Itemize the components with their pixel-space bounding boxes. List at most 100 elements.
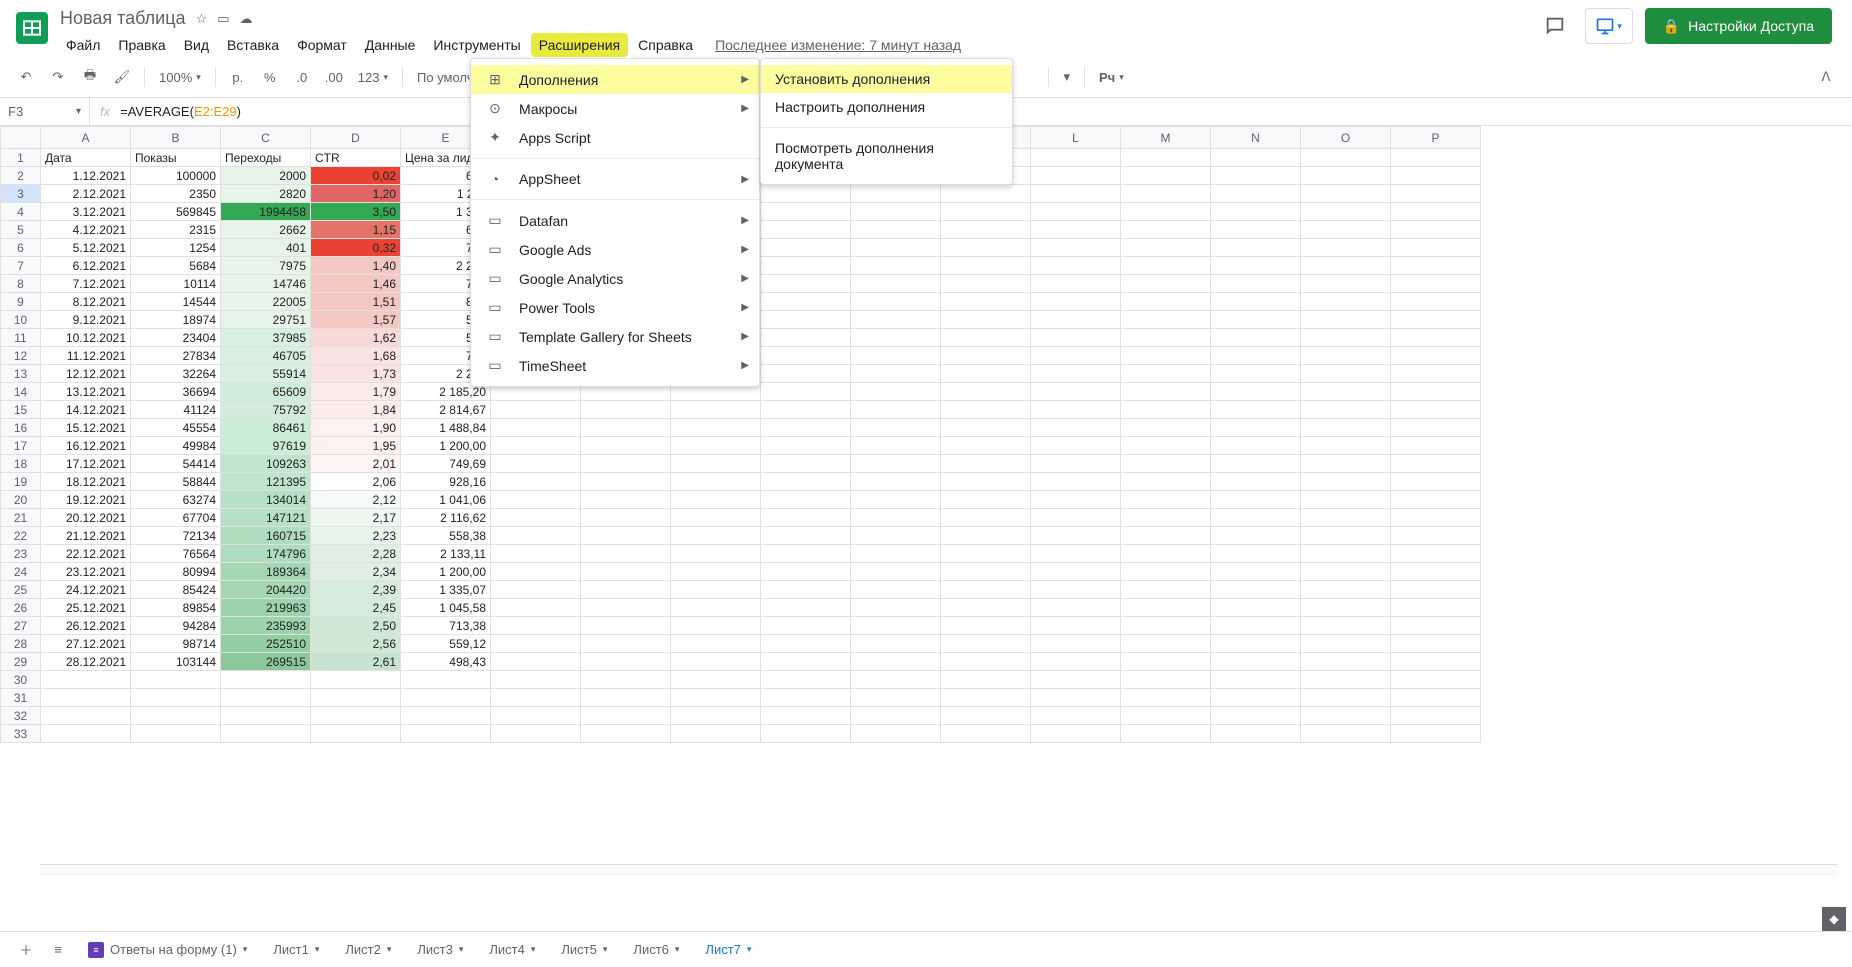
cell[interactable] [1211, 653, 1301, 671]
cell[interactable] [1031, 437, 1121, 455]
cell[interactable] [221, 689, 311, 707]
ext-menu-item[interactable]: ▭Template Gallery for Sheets▶ [471, 322, 759, 351]
cell[interactable] [761, 527, 851, 545]
zoom-dropdown[interactable]: 100%▾ [153, 70, 207, 85]
cell[interactable] [851, 545, 941, 563]
cell[interactable]: 1,73 [311, 365, 401, 383]
cell[interactable]: 147121 [221, 509, 311, 527]
cell[interactable]: 15.12.2021 [41, 419, 131, 437]
row-header-17[interactable]: 17 [1, 437, 41, 455]
cell[interactable]: 2350 [131, 185, 221, 203]
col-header-C[interactable]: C [221, 127, 311, 149]
cell[interactable] [1301, 239, 1391, 257]
sheets-logo[interactable] [12, 8, 52, 48]
share-button[interactable]: 🔒Настройки Доступа [1645, 8, 1832, 44]
cell[interactable] [1031, 689, 1121, 707]
cell[interactable] [1391, 689, 1481, 707]
cell[interactable]: 26.12.2021 [41, 617, 131, 635]
cell[interactable]: 97619 [221, 437, 311, 455]
cell[interactable]: 14.12.2021 [41, 401, 131, 419]
cell[interactable]: 75792 [221, 401, 311, 419]
cell[interactable] [1121, 617, 1211, 635]
cell[interactable]: 58844 [131, 473, 221, 491]
cell[interactable] [941, 545, 1031, 563]
cell[interactable] [1301, 185, 1391, 203]
row-header-24[interactable]: 24 [1, 563, 41, 581]
cell[interactable]: 2,45 [311, 599, 401, 617]
cell[interactable]: 1,20 [311, 185, 401, 203]
cell[interactable] [671, 563, 761, 581]
cell[interactable] [1121, 149, 1211, 167]
ext-menu-item[interactable]: ⊞Дополнения▶ [471, 65, 759, 94]
cell[interactable]: 23.12.2021 [41, 563, 131, 581]
cell[interactable] [221, 725, 311, 743]
grid[interactable]: ABCDEFGHIJKLMNOP1ДатаПоказыПереходыCTRЦе… [0, 126, 1852, 876]
cell[interactable] [671, 599, 761, 617]
cell[interactable] [1391, 257, 1481, 275]
addons-submenu-item[interactable]: Настроить дополнения [761, 93, 1012, 121]
add-sheet-button[interactable]: ＋ [12, 936, 40, 964]
horizontal-scrollbar[interactable] [40, 864, 1838, 876]
cell[interactable] [131, 707, 221, 725]
cell[interactable] [1031, 617, 1121, 635]
row-header-23[interactable]: 23 [1, 545, 41, 563]
cell[interactable] [761, 329, 851, 347]
cell[interactable] [221, 707, 311, 725]
cell[interactable] [491, 437, 581, 455]
cell[interactable] [491, 419, 581, 437]
cell[interactable] [761, 401, 851, 419]
cell[interactable] [1301, 455, 1391, 473]
cell[interactable] [761, 653, 851, 671]
cell[interactable]: 2,61 [311, 653, 401, 671]
row-header-10[interactable]: 10 [1, 311, 41, 329]
cell[interactable] [1301, 347, 1391, 365]
py-button[interactable]: Pч ▾ [1093, 70, 1130, 85]
row-header-12[interactable]: 12 [1, 347, 41, 365]
cell[interactable] [1031, 653, 1121, 671]
cell[interactable] [1211, 473, 1301, 491]
cell[interactable] [1301, 635, 1391, 653]
ext-menu-item[interactable]: ▭Power Tools▶ [471, 293, 759, 322]
cell[interactable] [941, 365, 1031, 383]
cell[interactable] [1121, 563, 1211, 581]
cell[interactable]: 5.12.2021 [41, 239, 131, 257]
cell[interactable] [851, 347, 941, 365]
cell[interactable] [1031, 275, 1121, 293]
cell[interactable] [1121, 329, 1211, 347]
cell[interactable] [581, 401, 671, 419]
cell[interactable] [581, 473, 671, 491]
cell[interactable] [1211, 293, 1301, 311]
cell[interactable] [1121, 167, 1211, 185]
cell[interactable] [1301, 149, 1391, 167]
cell[interactable] [491, 455, 581, 473]
addons-submenu-item[interactable]: Посмотреть дополнения документа [761, 134, 1012, 178]
cell[interactable] [1121, 473, 1211, 491]
cell[interactable] [851, 185, 941, 203]
cell[interactable] [581, 545, 671, 563]
cell[interactable] [1031, 293, 1121, 311]
cell[interactable] [851, 653, 941, 671]
cell[interactable] [671, 509, 761, 527]
menu-файл[interactable]: Файл [58, 33, 108, 57]
row-header-18[interactable]: 18 [1, 455, 41, 473]
cell[interactable]: 0,32 [311, 239, 401, 257]
cell[interactable] [1301, 401, 1391, 419]
cell[interactable] [1391, 617, 1481, 635]
cell[interactable]: 7.12.2021 [41, 275, 131, 293]
cell[interactable] [491, 563, 581, 581]
sheet-tab[interactable]: Лист4▾ [477, 936, 547, 964]
cell[interactable] [941, 473, 1031, 491]
cell[interactable] [491, 401, 581, 419]
row-header-1[interactable]: 1 [1, 149, 41, 167]
cell[interactable] [1391, 347, 1481, 365]
move-icon[interactable]: ▭ [217, 11, 229, 27]
cell[interactable] [671, 437, 761, 455]
cell[interactable] [851, 329, 941, 347]
cell[interactable] [1031, 383, 1121, 401]
cell[interactable] [1031, 725, 1121, 743]
cell[interactable] [1391, 635, 1481, 653]
cell[interactable]: 94284 [131, 617, 221, 635]
cell[interactable]: 1994458 [221, 203, 311, 221]
cell[interactable] [491, 707, 581, 725]
row-header-33[interactable]: 33 [1, 725, 41, 743]
